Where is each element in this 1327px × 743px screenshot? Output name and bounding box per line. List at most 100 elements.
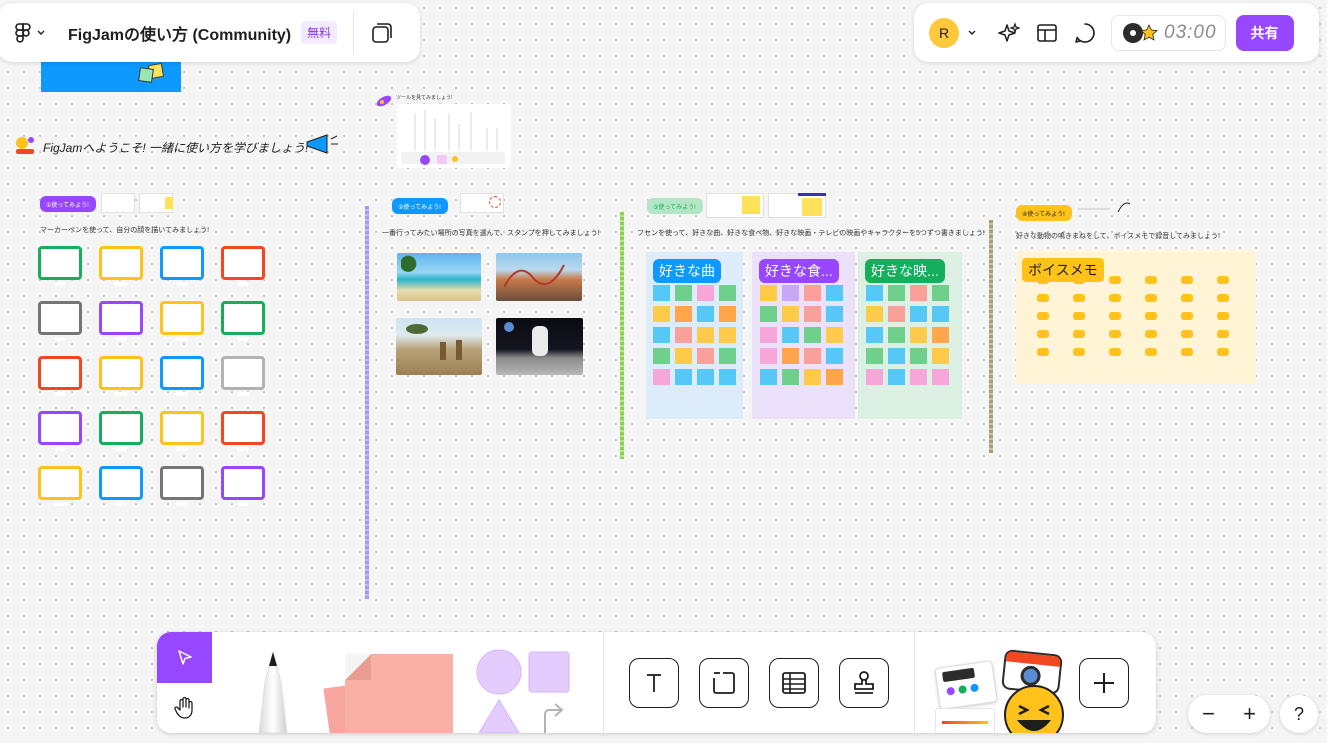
voice-memo-chip[interactable] [1217, 294, 1229, 302]
voice-memo-chip[interactable] [1181, 294, 1193, 302]
voice-memo-chip[interactable] [1073, 276, 1085, 284]
sticky-note[interactable] [697, 285, 714, 301]
sticky-note[interactable] [760, 348, 777, 364]
sticky-note[interactable] [760, 285, 777, 301]
face-frame[interactable] [99, 301, 143, 341]
sticky-note[interactable] [782, 348, 799, 364]
sticky-note[interactable] [697, 369, 714, 385]
voice-memo-chip[interactable] [1145, 294, 1157, 302]
sticky-note[interactable] [866, 348, 883, 364]
sticky-note[interactable] [910, 348, 927, 364]
select-tool[interactable] [157, 632, 212, 683]
face-frame[interactable] [221, 301, 265, 341]
sticky-note[interactable] [653, 348, 670, 364]
sticky-note[interactable] [932, 348, 949, 364]
sticky-note[interactable] [804, 306, 821, 322]
sticky-note[interactable] [826, 369, 843, 385]
sticky-note[interactable] [932, 327, 949, 343]
sticky-note[interactable] [719, 306, 736, 322]
sticky-note[interactable] [782, 306, 799, 322]
sticky-note[interactable] [697, 306, 714, 322]
voice-memo-chip[interactable] [1217, 276, 1229, 284]
sticky-note[interactable] [910, 327, 927, 343]
sticky-note[interactable] [675, 327, 692, 343]
sticky-note[interactable] [910, 285, 927, 301]
sticky-note[interactable] [697, 327, 714, 343]
sticky-note[interactable] [675, 348, 692, 364]
chevron-down-icon[interactable] [967, 29, 977, 37]
face-frame[interactable] [221, 246, 265, 286]
sticky-note[interactable] [653, 306, 670, 322]
widgets-tool[interactable] [934, 649, 1065, 733]
sticky-note[interactable] [697, 348, 714, 364]
voice-memo-chip[interactable] [1109, 330, 1121, 338]
face-frame[interactable] [160, 356, 204, 396]
voice-memo-chip[interactable] [1181, 348, 1193, 356]
sticky-note[interactable] [782, 327, 799, 343]
zoom-in-button[interactable]: + [1243, 701, 1256, 727]
sticky-note[interactable] [675, 369, 692, 385]
voice-memo-chip[interactable] [1217, 348, 1229, 356]
voice-memo-chip[interactable] [1181, 276, 1193, 284]
sticky-note[interactable] [760, 327, 777, 343]
sticky-note[interactable] [866, 369, 883, 385]
sticky-note[interactable] [888, 348, 905, 364]
sticky-note[interactable] [826, 348, 843, 364]
voice-memo-chip[interactable] [1109, 276, 1121, 284]
sticky-note[interactable] [760, 369, 777, 385]
sticky-note[interactable] [866, 306, 883, 322]
sticky-note-tool[interactable] [317, 650, 457, 733]
sticky-note[interactable] [653, 327, 670, 343]
face-frame[interactable] [160, 466, 204, 506]
voice-memo-chip[interactable] [1037, 294, 1049, 302]
sticky-note[interactable] [804, 348, 821, 364]
stamp-tool[interactable] [839, 658, 889, 708]
voice-memo-chip[interactable] [1181, 312, 1193, 320]
zoom-out-button[interactable]: − [1202, 701, 1215, 727]
sticky-note[interactable] [653, 369, 670, 385]
sticky-note[interactable] [910, 369, 927, 385]
voice-memo-chip[interactable] [1109, 312, 1121, 320]
voice-memo-chip[interactable] [1145, 312, 1157, 320]
voice-memo-chip[interactable] [1073, 294, 1085, 302]
sticky-note[interactable] [866, 327, 883, 343]
voice-memo-chip[interactable] [1181, 330, 1193, 338]
sticky-note[interactable] [826, 285, 843, 301]
sticky-note[interactable] [719, 327, 736, 343]
more-tool[interactable] [1079, 658, 1129, 708]
sticky-note[interactable] [910, 306, 927, 322]
voice-memo-chip[interactable] [1037, 330, 1049, 338]
plan-badge[interactable]: 無料 [301, 21, 338, 44]
sticky-note[interactable] [826, 327, 843, 343]
pages-button[interactable] [368, 19, 396, 47]
text-tool[interactable] [629, 658, 679, 708]
sticky-note[interactable] [932, 306, 949, 322]
voice-memo-chip[interactable] [1145, 276, 1157, 284]
sticky-note[interactable] [866, 285, 883, 301]
comment-button[interactable] [1069, 17, 1101, 49]
voice-memo-chip[interactable] [1217, 312, 1229, 320]
table-tool[interactable] [769, 658, 819, 708]
sticky-note[interactable] [804, 327, 821, 343]
face-frame[interactable] [38, 411, 82, 451]
voice-memo-chip[interactable] [1073, 312, 1085, 320]
sticky-note[interactable] [888, 369, 905, 385]
face-frame[interactable] [99, 246, 143, 286]
sticky-note[interactable] [826, 306, 843, 322]
voice-memo-chip[interactable] [1217, 330, 1229, 338]
sticky-note[interactable] [675, 306, 692, 322]
face-frame[interactable] [38, 246, 82, 286]
voice-memo-chip[interactable] [1109, 294, 1121, 302]
sticky-note[interactable] [653, 285, 670, 301]
voice-memo-chip[interactable] [1073, 330, 1085, 338]
face-frame[interactable] [99, 356, 143, 396]
marker-tool[interactable] [243, 650, 303, 733]
voice-memo-chip[interactable] [1109, 348, 1121, 356]
face-frame[interactable] [221, 411, 265, 451]
sticky-note[interactable] [932, 369, 949, 385]
share-button[interactable]: 共有 [1235, 14, 1294, 51]
sticky-note[interactable] [782, 285, 799, 301]
voice-memo-chip[interactable] [1145, 348, 1157, 356]
face-frame[interactable] [38, 356, 82, 396]
face-frame[interactable] [221, 466, 265, 506]
